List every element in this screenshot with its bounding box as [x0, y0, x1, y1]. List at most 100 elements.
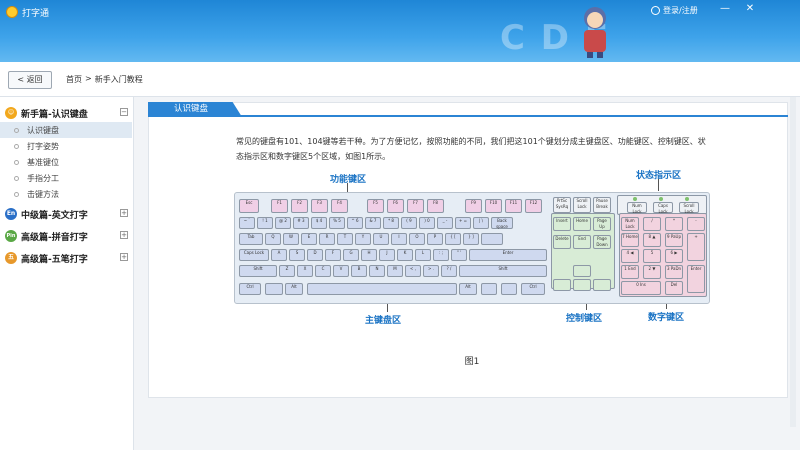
- key-system: PrtSc SysRq: [553, 197, 571, 213]
- key-number-row: ^ 6: [347, 217, 363, 229]
- sidebar-item-home-keys[interactable]: 基准键位: [0, 154, 132, 170]
- key-letter: V: [333, 265, 349, 277]
- status-light-icon: [685, 197, 689, 201]
- sidebar-item-label: 打字姿势: [27, 141, 59, 151]
- key-number-row: _ -: [437, 217, 453, 229]
- callout-numpad-keys: 数字键区: [648, 313, 685, 323]
- key-enter: Enter: [469, 249, 547, 261]
- key-windows-right: [481, 283, 497, 295]
- key-letter: K: [397, 249, 413, 261]
- expand-icon[interactable]: +: [120, 253, 128, 261]
- key-navigation: Insert: [553, 217, 571, 231]
- key-numpad: 9 PaUp: [665, 233, 683, 247]
- key-system: Pause Break: [593, 197, 611, 213]
- key-letter: E: [301, 233, 317, 245]
- key-letter: C: [315, 265, 331, 277]
- key-numpad: 3 PaDn: [665, 265, 683, 279]
- app-title: 打字通: [22, 9, 50, 19]
- key-letter: > .: [423, 265, 439, 277]
- user-icon: [651, 6, 660, 15]
- key-number-row: & 7: [365, 217, 381, 229]
- key-caps-lock: Caps Lock: [239, 249, 269, 261]
- key-number-row: @ 2: [275, 217, 291, 229]
- key-navigation: Page Up: [593, 217, 611, 231]
- sidebar-item-know-keyboard[interactable]: 认识键盘: [0, 122, 132, 138]
- expand-icon[interactable]: +: [120, 209, 128, 217]
- content-scrollbar[interactable]: [790, 97, 796, 427]
- key-number-row: | \: [473, 217, 489, 229]
- key-letter: J: [379, 249, 395, 261]
- key-numpad: 5: [643, 249, 661, 263]
- key-letter: < ,: [405, 265, 421, 277]
- pinyin-icon: Pin: [5, 230, 17, 242]
- status-light-label: Caps Lock: [653, 202, 673, 214]
- sidebar-item-label: 基准键位: [27, 157, 59, 167]
- key-numpad: /: [643, 217, 661, 231]
- callout-control-keys: 控制键区: [566, 314, 603, 324]
- key-number-row: ( 9: [401, 217, 417, 229]
- key-letter: I: [391, 233, 407, 245]
- sidebar-item-typing-posture[interactable]: 打字姿势: [0, 138, 132, 154]
- key-letter: D: [307, 249, 323, 261]
- key-number-row: $ 4: [311, 217, 327, 229]
- tab-know-keyboard: 认识键盘: [148, 102, 242, 117]
- key-alt-left: Alt: [285, 283, 303, 295]
- key-ctrl-right: Ctrl: [521, 283, 545, 295]
- sidebar-group-english[interactable]: En 中级篇-英文打字 +: [0, 206, 134, 222]
- key-numpad: -: [687, 217, 705, 231]
- key-letter: Q: [265, 233, 281, 245]
- breadcrumb-home[interactable]: 首页: [66, 74, 82, 85]
- key-number-row: * 8: [383, 217, 399, 229]
- sidebar-item-label: 认识键盘: [27, 125, 59, 135]
- sidebar-group-beginner[interactable]: ☺ 新手篇-认识键盘 −: [0, 105, 134, 121]
- sidebar-group-pinyin[interactable]: Pin 高级篇-拼音打字 +: [0, 228, 134, 244]
- smiley-icon: ☺: [5, 107, 17, 119]
- key-function: F7: [407, 199, 424, 213]
- key-arrow-down: [573, 279, 591, 291]
- status-light-icon: [659, 197, 663, 201]
- key-number-row: # 3: [293, 217, 309, 229]
- key-letter: Z: [279, 265, 295, 277]
- group-label: 中级篇-英文打字: [21, 210, 88, 221]
- key-function: F1: [271, 199, 288, 213]
- key-arrow-right: [593, 279, 611, 291]
- key-numpad: Num Lock: [621, 217, 639, 231]
- keyboard-illustration: Esc F1 F2 F3 F4 F5 F6 F7 F8 F9 F10 F11 F12 PrtSc SysR…: [234, 192, 710, 304]
- key-numpad: 2 ▼: [643, 265, 661, 279]
- login-link[interactable]: 登录/注册: [651, 5, 698, 16]
- bullet-icon: [14, 175, 19, 181]
- back-button[interactable]: < 返回: [8, 71, 52, 89]
- key-numpad: 7 Home: [621, 233, 639, 247]
- key-numpad: 6 ▶: [665, 249, 683, 263]
- expand-icon[interactable]: +: [120, 231, 128, 239]
- callout-main-keys: 主键盘区: [365, 316, 402, 326]
- english-icon: En: [5, 208, 17, 220]
- key-numpad: 8 ▲: [643, 233, 661, 247]
- key-letter: N: [369, 265, 385, 277]
- key-letter: W: [283, 233, 299, 245]
- key-letter: G: [343, 249, 359, 261]
- minimize-button[interactable]: —: [718, 2, 732, 16]
- key-letter: { [: [445, 233, 461, 245]
- key-navigation: Home: [573, 217, 591, 231]
- key-letter: " ': [451, 249, 467, 261]
- key-numpad: 4 ◀: [621, 249, 639, 263]
- key-letter: F: [325, 249, 341, 261]
- sidebar-item-finger-division[interactable]: 手指分工: [0, 170, 132, 186]
- sidebar-group-wubi[interactable]: 五 高级篇-五笔打字 +: [0, 250, 134, 266]
- key-backspace: Back space: [491, 217, 513, 229]
- close-button[interactable]: ✕: [743, 2, 757, 16]
- breadcrumb-separator: >: [85, 74, 92, 83]
- callout-function-keys: 功能键区: [330, 175, 367, 185]
- key-letter: X: [297, 265, 313, 277]
- key-numpad: 0 Ins: [621, 281, 661, 295]
- key-letter: Y: [355, 233, 371, 245]
- key-windows: [265, 283, 283, 295]
- sidebar-item-keystroke-method[interactable]: 击键方法: [0, 186, 132, 202]
- intro-paragraph: 常见的键盘有101、104键等若干种。为了方便记忆，按照功能的不同，我们把这10…: [236, 137, 706, 161]
- key-backslash: [481, 233, 503, 245]
- key-letter: T: [337, 233, 353, 245]
- key-letter: A: [271, 249, 287, 261]
- sidebar: ☺ 新手篇-认识键盘 − 认识键盘 打字姿势 基准键位 手指分工 击键方法 En…: [0, 97, 134, 450]
- collapse-icon[interactable]: −: [120, 108, 128, 116]
